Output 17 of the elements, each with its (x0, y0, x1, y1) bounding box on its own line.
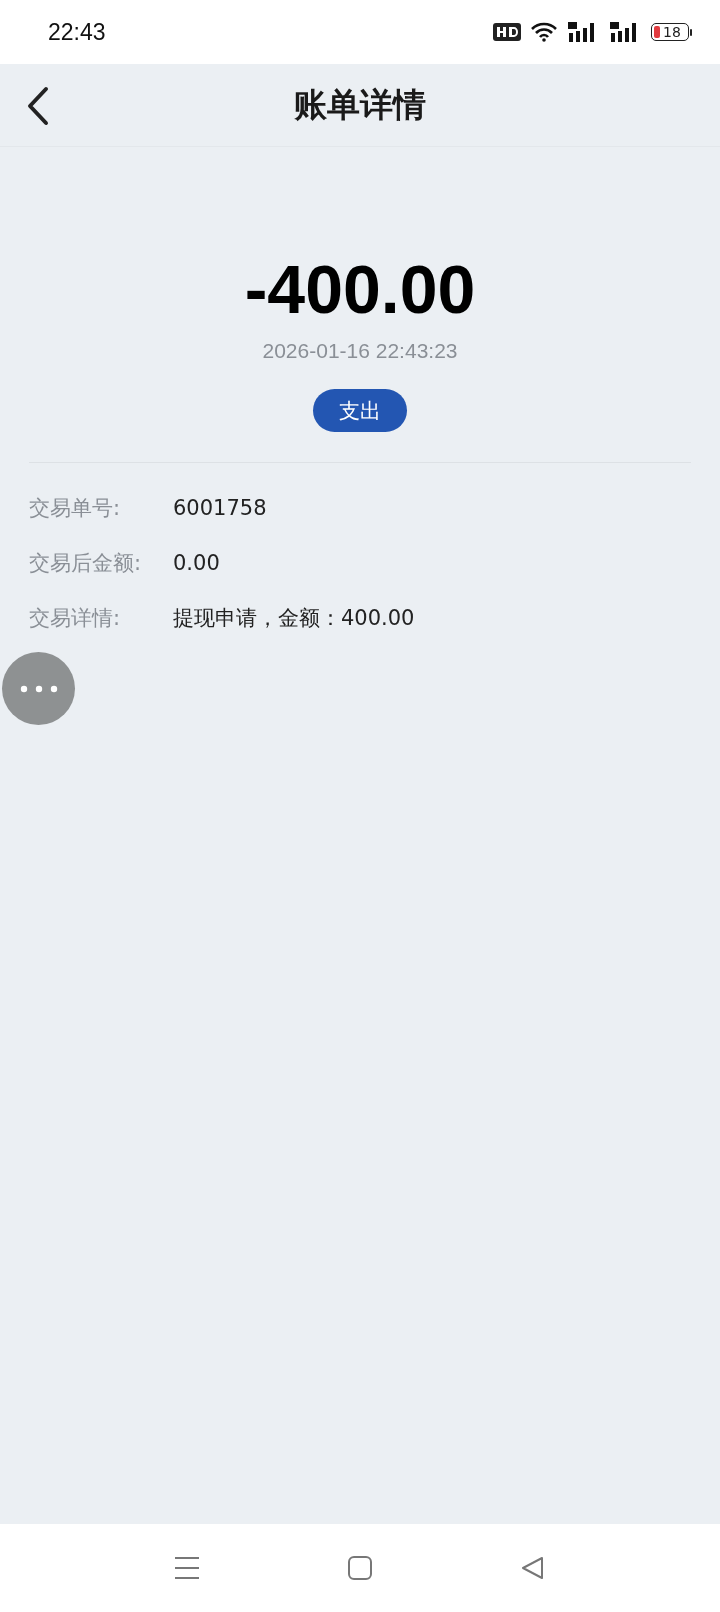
home-icon[interactable] (347, 1555, 373, 1581)
detail-value: 6001758 (173, 495, 267, 522)
menu-icon[interactable] (173, 1555, 200, 1581)
dots-icon (18, 684, 59, 693)
battery-icon: 18 (651, 23, 692, 41)
detail-value: 提现申请，金额：400.00 (173, 605, 415, 632)
detail-label: 交易后金额: (29, 550, 143, 577)
detail-value: 0.00 (173, 550, 220, 577)
transaction-time: 2026-01-16 22:43:23 (262, 339, 458, 363)
type-badge: 支出 (313, 389, 407, 432)
wifi-icon (531, 22, 557, 42)
detail-label: 交易详情: (29, 605, 122, 632)
detail-label: 交易单号: (29, 495, 122, 522)
amount: -400.00 (244, 251, 476, 327)
page-title: 账单详情 (294, 83, 426, 126)
hd-voice-icon (493, 23, 521, 41)
status-time: 22:43 (48, 18, 106, 46)
